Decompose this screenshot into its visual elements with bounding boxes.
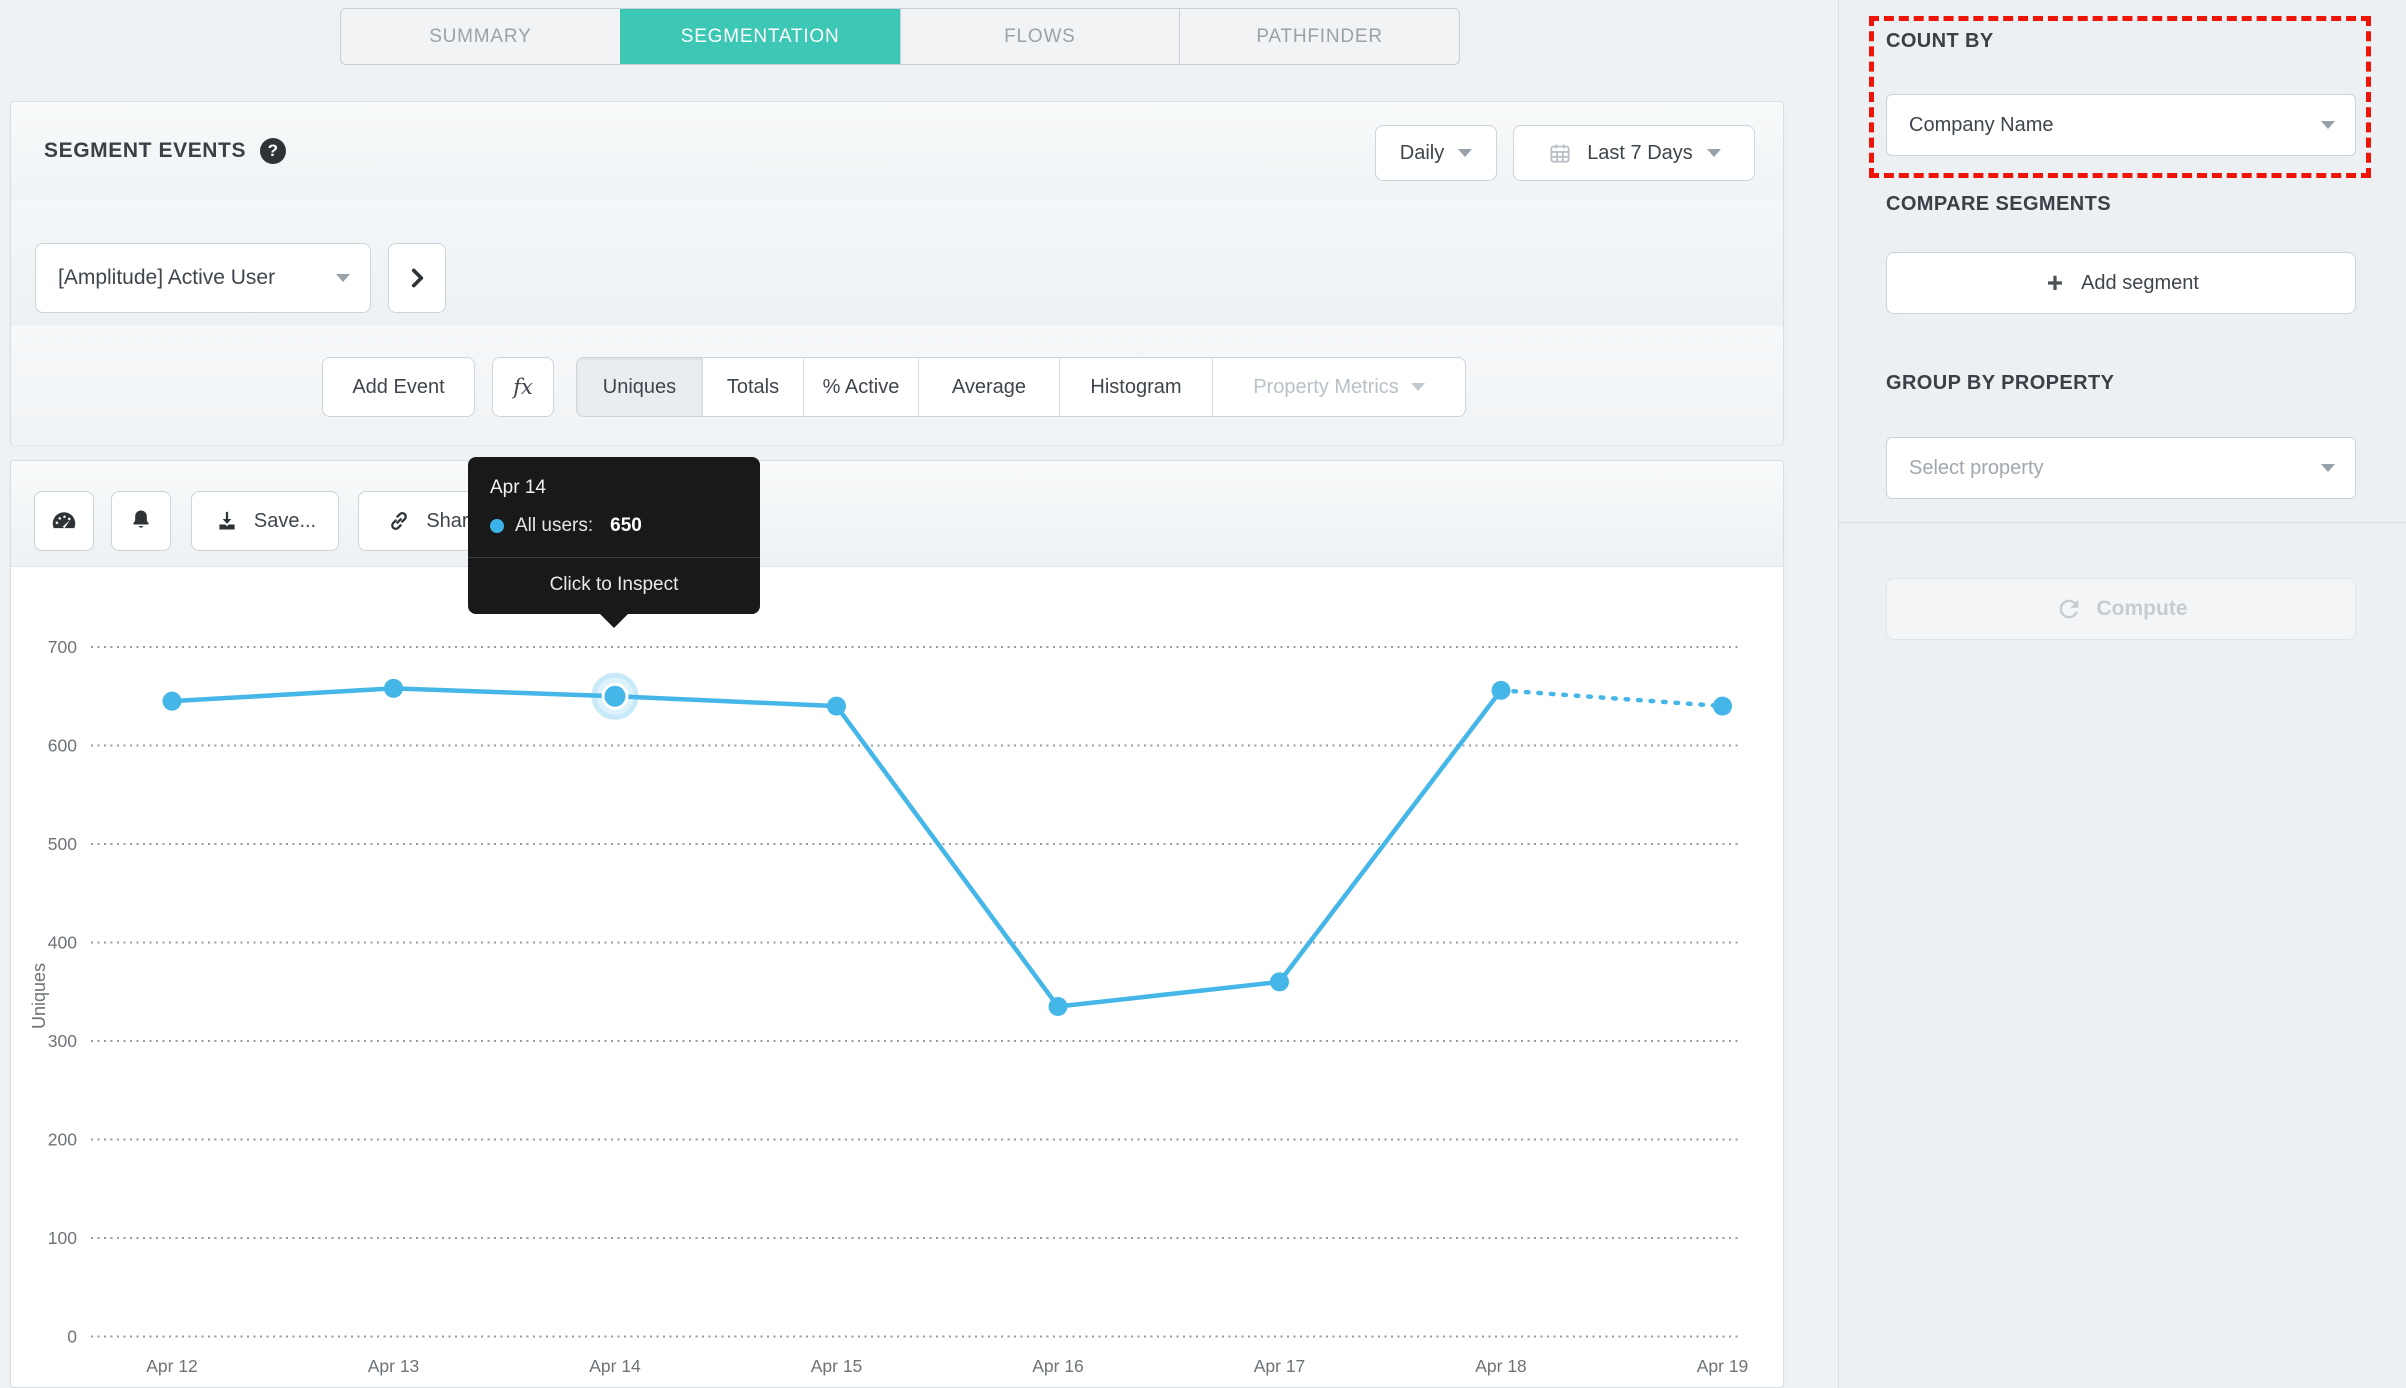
tooltip-series-row: All users: 650 xyxy=(490,515,738,537)
svg-text:300: 300 xyxy=(48,1031,77,1051)
svg-text:0: 0 xyxy=(67,1327,77,1347)
segmentation-page: SUMMARY SEGMENTATION FLOWS PATHFINDER SE… xyxy=(0,0,2406,1388)
calendar-icon xyxy=(1547,140,1573,166)
svg-text:100: 100 xyxy=(48,1228,77,1248)
save-button[interactable]: Save... xyxy=(191,491,339,551)
chevron-down-icon xyxy=(2321,464,2335,472)
compute-label: Compute xyxy=(2096,597,2188,620)
segmentation-line-chart[interactable]: 0 100 200 300 400 500 600 700 Uniques Apr 12 Apr 1… xyxy=(11,566,1785,1388)
link-icon xyxy=(386,508,412,534)
event-selector-value: [Amplitude] Active User xyxy=(58,266,276,289)
date-range-value: Last 7 Days xyxy=(1587,141,1693,164)
svg-text:Uniques: Uniques xyxy=(29,963,49,1029)
data-point-apr-15[interactable] xyxy=(827,696,846,716)
segment-events-title: SEGMENT EVENTS xyxy=(44,138,247,162)
count-by-dropdown[interactable]: Company Name xyxy=(1886,94,2356,156)
group-by-dropdown[interactable]: Select property xyxy=(1886,437,2356,499)
add-segment-button[interactable]: Add segment xyxy=(1886,252,2356,314)
event-expand-button[interactable] xyxy=(388,243,446,313)
mode-histogram[interactable]: Histogram xyxy=(1059,358,1212,416)
chart-panel: Save... Share 0 100 200 300 400 500 600 700 Uniq… xyxy=(10,460,1784,1388)
tooltip-series-label: All users: xyxy=(515,515,594,536)
chart-tooltip: Apr 14 All users: 650 Click to Inspect xyxy=(468,457,760,628)
chevron-down-icon xyxy=(1410,383,1425,391)
chevron-down-icon xyxy=(1706,149,1721,157)
chevron-down-icon xyxy=(2321,121,2335,129)
refresh-icon xyxy=(2055,595,2083,623)
svg-text:Apr 18: Apr 18 xyxy=(1475,1356,1527,1376)
event-row: [Amplitude] Active User xyxy=(11,199,1783,327)
series-dot-icon xyxy=(490,519,504,533)
chevron-down-icon xyxy=(336,274,350,282)
interval-value: Daily xyxy=(1399,141,1445,164)
interval-dropdown[interactable]: Daily xyxy=(1375,125,1497,181)
svg-text:Apr 17: Apr 17 xyxy=(1254,1356,1306,1376)
svg-text:500: 500 xyxy=(48,834,77,854)
tooltip-date: Apr 14 xyxy=(490,477,546,498)
alert-button[interactable] xyxy=(111,491,171,551)
mode-uniques[interactable]: Uniques xyxy=(577,358,702,416)
segment-events-panel: SEGMENT EVENTS ? Daily Last 7 Days [Ampl… xyxy=(10,101,1784,445)
property-metrics-dropdown[interactable]: Property Metrics xyxy=(1212,358,1465,416)
add-event-button[interactable]: Add Event xyxy=(322,357,475,417)
tooltip-value: 650 xyxy=(610,515,642,536)
data-point-apr-14[interactable] xyxy=(604,685,626,707)
segment-events-header-row: SEGMENT EVENTS ? Daily Last 7 Days xyxy=(11,102,1783,200)
plus-icon xyxy=(2043,271,2067,295)
svg-text:Apr 14: Apr 14 xyxy=(589,1356,641,1376)
sidebar-divider xyxy=(1839,522,2406,523)
bell-icon xyxy=(127,507,155,535)
view-tabs: SUMMARY SEGMENTATION FLOWS PATHFINDER xyxy=(340,8,1460,65)
event-selector-dropdown[interactable]: [Amplitude] Active User xyxy=(35,243,371,313)
group-by-heading: GROUP BY PROPERTY xyxy=(1886,372,2115,394)
svg-text:Apr 19: Apr 19 xyxy=(1697,1356,1749,1376)
dashboard-button[interactable] xyxy=(34,491,94,551)
tab-flows[interactable]: FLOWS xyxy=(899,9,1180,64)
count-by-heading: COUNT BY xyxy=(1886,30,1994,52)
svg-text:200: 200 xyxy=(48,1130,77,1150)
svg-text:Apr 13: Apr 13 xyxy=(368,1356,420,1376)
chevron-right-icon xyxy=(404,265,430,291)
metric-mode-group: Uniques Totals % Active Average Histogra… xyxy=(576,357,1466,417)
count-by-value: Company Name xyxy=(1909,113,2054,136)
data-point-apr-12[interactable] xyxy=(162,691,182,711)
data-point-apr-19[interactable] xyxy=(1713,696,1732,716)
data-point-apr-16[interactable] xyxy=(1048,997,1068,1017)
compare-segments-heading: COMPARE SEGMENTS xyxy=(1886,193,2111,215)
chart-toolbar: Save... Share xyxy=(11,461,1783,567)
tab-pathfinder[interactable]: PATHFINDER xyxy=(1179,9,1459,64)
svg-text:700: 700 xyxy=(48,637,77,657)
help-icon[interactable]: ? xyxy=(260,137,287,164)
svg-text:400: 400 xyxy=(48,933,77,953)
mode-average[interactable]: Average xyxy=(918,358,1059,416)
metrics-row: Add Event fx Uniques Totals % Active Ave… xyxy=(11,326,1783,445)
download-icon xyxy=(214,508,240,534)
data-point-apr-18[interactable] xyxy=(1491,680,1511,700)
gauge-icon xyxy=(49,506,79,536)
group-by-placeholder: Select property xyxy=(1909,456,2044,479)
mode-totals[interactable]: Totals xyxy=(702,358,803,416)
mode-percent-active[interactable]: % Active xyxy=(803,358,918,416)
data-point-apr-17[interactable] xyxy=(1270,972,1289,992)
tab-summary[interactable]: SUMMARY xyxy=(341,9,620,64)
formula-button[interactable]: fx xyxy=(492,357,554,417)
chevron-down-icon xyxy=(1458,149,1473,157)
svg-text:Apr 15: Apr 15 xyxy=(811,1356,863,1376)
add-segment-label: Add segment xyxy=(2081,271,2199,294)
data-point-apr-13[interactable] xyxy=(384,678,403,698)
tab-segmentation[interactable]: SEGMENTATION xyxy=(619,9,900,64)
save-label: Save... xyxy=(253,509,317,532)
svg-text:Apr 12: Apr 12 xyxy=(146,1356,198,1376)
query-sidebar: COUNT BY Company Name COMPARE SEGMENTS A… xyxy=(1838,0,2406,1388)
svg-text:600: 600 xyxy=(48,736,77,756)
panel-title: SEGMENT EVENTS ? xyxy=(44,102,287,199)
svg-text:Apr 16: Apr 16 xyxy=(1032,1356,1084,1376)
compute-button[interactable]: Compute xyxy=(1886,578,2356,640)
date-range-dropdown[interactable]: Last 7 Days xyxy=(1513,125,1755,181)
property-metrics-label: Property Metrics xyxy=(1253,375,1399,398)
tooltip-action-hint: Click to Inspect xyxy=(549,574,679,595)
